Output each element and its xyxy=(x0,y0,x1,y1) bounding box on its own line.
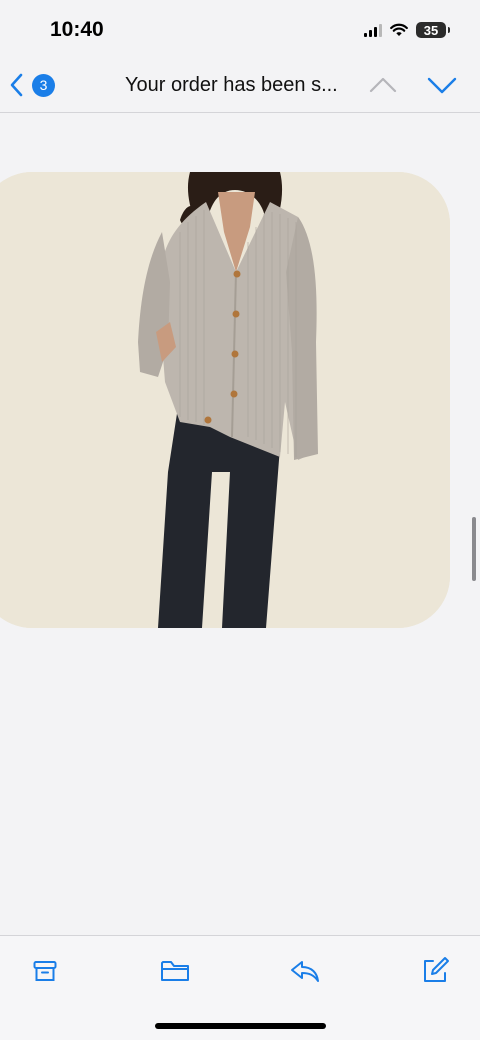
reply-button[interactable] xyxy=(288,954,322,988)
archive-button[interactable] xyxy=(28,954,62,988)
status-bar: 10:40 35 xyxy=(0,0,480,60)
scroll-indicator[interactable] xyxy=(472,517,476,581)
mail-toolbar xyxy=(0,935,480,1040)
signal-icon xyxy=(364,23,382,37)
message-subject-title: Your order has been s... xyxy=(125,74,338,96)
product-image[interactable] xyxy=(0,172,450,628)
reply-icon xyxy=(291,961,319,982)
next-message-button[interactable] xyxy=(426,74,458,101)
wifi-icon xyxy=(390,23,408,36)
folder-icon xyxy=(161,961,189,981)
chevron-up-icon xyxy=(369,77,397,93)
compose-icon xyxy=(424,957,449,982)
previous-message-button[interactable] xyxy=(368,74,398,101)
archive-icon xyxy=(33,961,57,981)
message-body[interactable] xyxy=(0,113,480,935)
chevron-left-icon xyxy=(10,73,23,97)
status-icons: 35 xyxy=(364,22,450,38)
battery-icon: 35 xyxy=(416,22,450,38)
back-button[interactable]: 3 xyxy=(8,72,55,98)
model-cardigan-illustration xyxy=(0,172,450,628)
compose-button[interactable] xyxy=(418,954,452,988)
battery-level: 35 xyxy=(423,22,439,38)
move-to-folder-button[interactable] xyxy=(158,954,192,988)
unread-count-badge: 3 xyxy=(32,73,55,97)
home-indicator[interactable] xyxy=(155,1023,326,1029)
status-time: 10:40 xyxy=(50,18,104,41)
chevron-down-icon xyxy=(427,77,457,94)
mail-nav-bar: 3 Your order has been s... xyxy=(0,60,480,113)
